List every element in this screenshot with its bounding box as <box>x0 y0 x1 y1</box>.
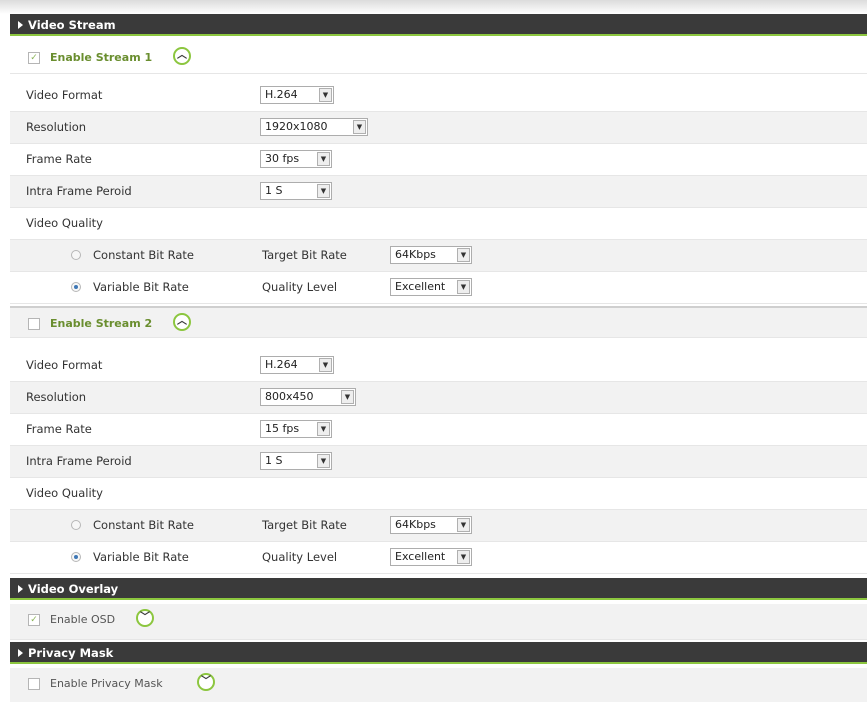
privacy-enable-label: Enable Privacy Mask <box>50 677 163 690</box>
dropdown-arrow-icon: ▼ <box>457 550 470 564</box>
stream2-frame-rate-select[interactable]: 15 fps ▼ <box>260 420 332 438</box>
stream1-vbr-radio[interactable] <box>71 282 81 292</box>
privacy-mask-header[interactable]: Privacy Mask <box>10 642 867 664</box>
video-format-label: Video Format <box>26 88 103 102</box>
video-overlay-header[interactable]: Video Overlay <box>10 578 867 600</box>
privacy-enable-row: Enable Privacy Mask ﹀ <box>10 668 867 702</box>
dropdown-arrow-icon: ▼ <box>317 454 330 468</box>
quality-level-label: Quality Level <box>262 550 338 564</box>
chevron-up-icon[interactable]: ︿ <box>173 47 191 65</box>
privacy-enable-checkbox[interactable] <box>28 678 40 690</box>
stream1-quality-row: Video Quality <box>10 208 867 240</box>
dropdown-arrow-icon: ▼ <box>317 152 330 166</box>
intra-frame-label: Intra Frame Peroid <box>26 454 132 468</box>
chevron-down-icon[interactable]: ﹀ <box>136 609 154 627</box>
stream1-quality-level-select[interactable]: Excellent ▼ <box>390 278 472 296</box>
osd-enable-label: Enable OSD <box>50 613 116 626</box>
stream2-quality-level-select[interactable]: Excellent ▼ <box>390 548 472 566</box>
frame-rate-label: Frame Rate <box>26 422 92 436</box>
video-stream-title: Video Stream <box>28 18 116 32</box>
stream1-target-bit-rate-select[interactable]: 64Kbps ▼ <box>390 246 472 264</box>
resolution-label: Resolution <box>26 390 87 404</box>
cbr-label: Constant Bit Rate <box>93 518 194 532</box>
stream1-cbr-radio[interactable] <box>71 250 81 260</box>
stream1-enable-checkbox[interactable]: ✓ <box>28 52 40 64</box>
dropdown-arrow-icon: ▼ <box>319 358 332 372</box>
triangle-icon <box>18 649 23 657</box>
top-shadow <box>0 0 867 14</box>
quality-level-label: Quality Level <box>262 280 338 294</box>
cbr-label: Constant Bit Rate <box>93 248 194 262</box>
video-quality-label: Video Quality <box>26 216 103 230</box>
video-overlay-title: Video Overlay <box>28 582 119 596</box>
stream2-intra-select[interactable]: 1 S ▼ <box>260 452 332 470</box>
stream2-vbr-row: Variable Bit Rate Quality Level Excellen… <box>10 542 867 574</box>
vbr-label: Variable Bit Rate <box>93 550 189 564</box>
stream1-format-row: Video Format H.264 ▼ <box>10 80 867 112</box>
stream2-enable-row: Enable Stream 2 ︿ <box>10 306 867 338</box>
stream2-format-row: Video Format H.264 ▼ <box>10 350 867 382</box>
chevron-up-icon[interactable]: ︿ <box>173 313 191 331</box>
stream2-resolution-row: Resolution 800x450 ▼ <box>10 382 867 414</box>
stream1-frame-rate-select[interactable]: 30 fps ▼ <box>260 150 332 168</box>
stream1-enable-row: ✓ Enable Stream 1 ︿ <box>10 42 867 74</box>
stream1-video-format-select[interactable]: H.264 ▼ <box>260 86 334 104</box>
stream1-resolution-row: Resolution 1920x1080 ▼ <box>10 112 867 144</box>
triangle-icon <box>18 21 23 29</box>
triangle-icon <box>18 585 23 593</box>
stream2-intra-row: Intra Frame Peroid 1 S ▼ <box>10 446 867 478</box>
chevron-down-icon[interactable]: ﹀ <box>197 673 215 691</box>
dropdown-arrow-icon: ▼ <box>317 184 330 198</box>
video-stream-header[interactable]: Video Stream <box>10 14 867 36</box>
stream1-enable-label: Enable Stream 1 <box>50 51 153 64</box>
resolution-label: Resolution <box>26 120 87 134</box>
privacy-mask-title: Privacy Mask <box>28 646 114 660</box>
stream2-cbr-row: Constant Bit Rate Target Bit Rate 64Kbps… <box>10 510 867 542</box>
dropdown-arrow-icon: ▼ <box>319 88 332 102</box>
dropdown-arrow-icon: ▼ <box>341 390 354 404</box>
stream2-target-bit-rate-select[interactable]: 64Kbps ▼ <box>390 516 472 534</box>
target-bit-rate-label: Target Bit Rate <box>262 248 347 262</box>
dropdown-arrow-icon: ▼ <box>457 518 470 532</box>
video-format-label: Video Format <box>26 358 103 372</box>
stream2-video-format-select[interactable]: H.264 ▼ <box>260 356 334 374</box>
stream1-intra-row: Intra Frame Peroid 1 S ▼ <box>10 176 867 208</box>
stream1-cbr-row: Constant Bit Rate Target Bit Rate 64Kbps… <box>10 240 867 272</box>
stream2-vbr-radio[interactable] <box>71 552 81 562</box>
stream1-vbr-row: Variable Bit Rate Quality Level Excellen… <box>10 272 867 304</box>
dropdown-arrow-icon: ▼ <box>457 248 470 262</box>
stream1-frame-rate-row: Frame Rate 30 fps ▼ <box>10 144 867 176</box>
stream1-resolution-select[interactable]: 1920x1080 ▼ <box>260 118 368 136</box>
stream2-enable-checkbox[interactable] <box>28 318 40 330</box>
frame-rate-label: Frame Rate <box>26 152 92 166</box>
vbr-label: Variable Bit Rate <box>93 280 189 294</box>
intra-frame-label: Intra Frame Peroid <box>26 184 132 198</box>
dropdown-arrow-icon: ▼ <box>353 120 366 134</box>
stream2-quality-row: Video Quality <box>10 478 867 510</box>
osd-enable-row: ✓ Enable OSD ﹀ <box>10 604 867 640</box>
osd-enable-checkbox[interactable]: ✓ <box>28 614 40 626</box>
target-bit-rate-label: Target Bit Rate <box>262 518 347 532</box>
stream2-cbr-radio[interactable] <box>71 520 81 530</box>
dropdown-arrow-icon: ▼ <box>317 422 330 436</box>
video-quality-label: Video Quality <box>26 486 103 500</box>
stream2-resolution-select[interactable]: 800x450 ▼ <box>260 388 356 406</box>
stream2-frame-rate-row: Frame Rate 15 fps ▼ <box>10 414 867 446</box>
stream2-enable-label: Enable Stream 2 <box>50 317 153 330</box>
stream1-intra-select[interactable]: 1 S ▼ <box>260 182 332 200</box>
dropdown-arrow-icon: ▼ <box>457 280 470 294</box>
